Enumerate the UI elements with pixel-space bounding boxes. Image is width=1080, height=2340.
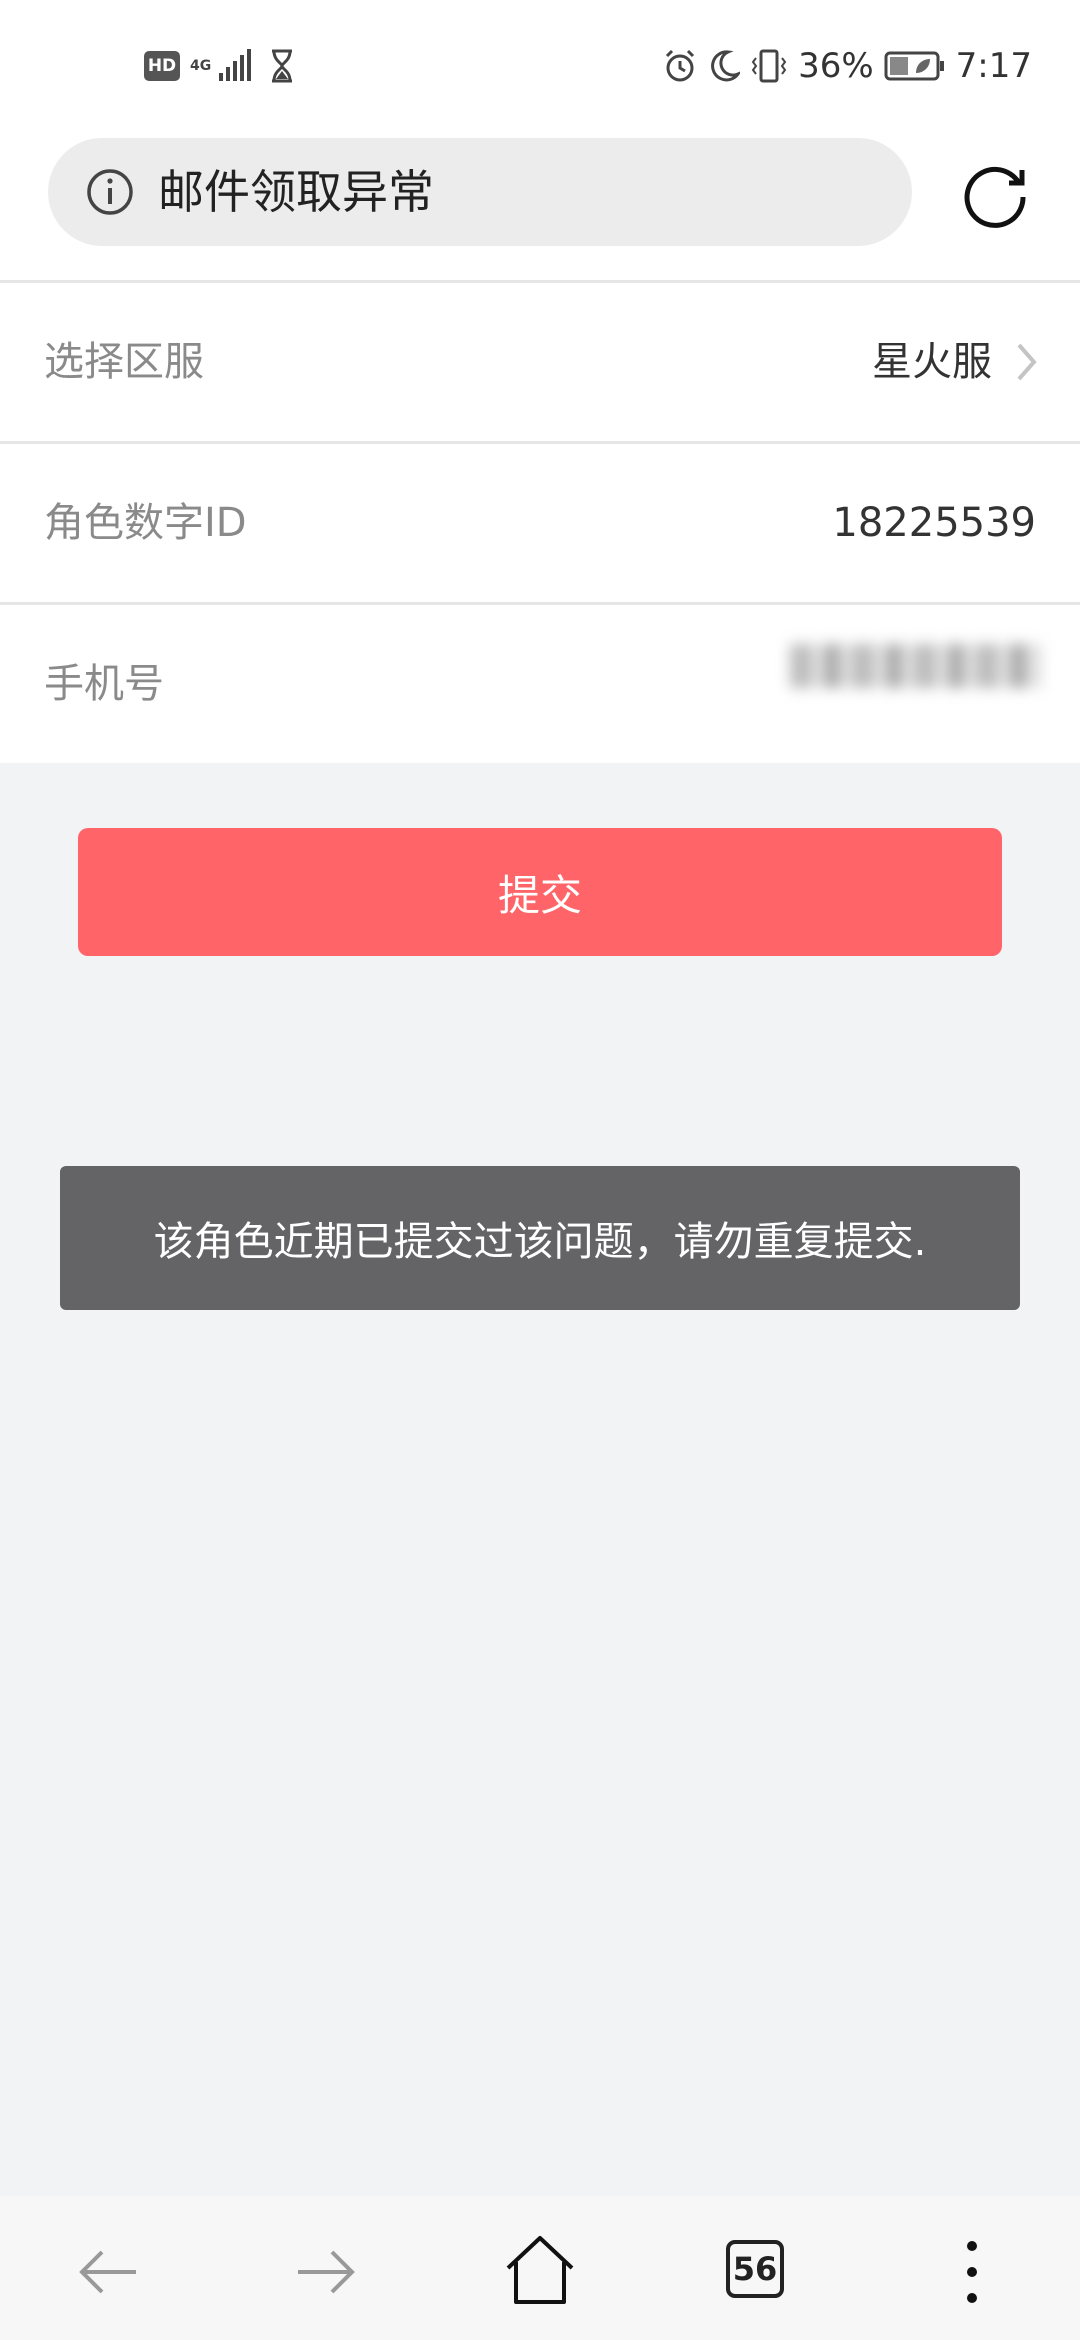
status-left: HD 4G [144,44,295,88]
hourglass-icon [272,49,293,83]
form-card: 选择区服 星火服 角色数字ID 18225539 手机号 [0,280,1080,763]
home-icon[interactable] [502,2232,578,2308]
reload-icon[interactable] [957,157,1033,233]
browser-nav-bar: 56 [0,2196,1080,2340]
info-icon[interactable] [84,166,136,218]
server-value[interactable]: 星火服 [872,283,992,441]
url-field[interactable]: 邮件领取异常 [48,138,912,246]
role-id-row[interactable]: 角色数字ID 18225539 [0,444,1080,605]
signal-icon [219,49,252,81]
more-vertical-icon[interactable] [936,2236,1008,2308]
alarm-icon [666,49,695,82]
server-label: 选择区服 [44,339,204,385]
forward-arrow-icon[interactable] [290,2236,362,2308]
hd-badge: HD [144,51,180,81]
toast-message: 该角色近期已提交过该问题，请勿重复提交. [60,1166,1020,1310]
phone-value-redacted[interactable] [790,644,1040,688]
battery-percent: 36% [798,46,874,86]
back-arrow-icon[interactable] [72,2236,144,2308]
chevron-right-icon [1017,343,1037,381]
role-id-label: 角色数字ID [44,500,247,546]
phone-label: 手机号 [44,661,164,707]
submit-button[interactable]: 提交 [78,828,1002,956]
status-bar: HD 4G 36% 7:17 [0,0,1080,132]
vibrate-icon [751,49,787,83]
address-bar: 邮件领取异常 [0,132,1080,280]
network-type: 4G [190,58,212,74]
status-right: 36% 7:17 [662,40,1032,92]
clock: 7:17 [955,46,1032,86]
server-select-row[interactable]: 选择区服 星火服 [0,283,1080,444]
battery-icon [884,51,944,81]
moon-icon [711,50,741,82]
tabs-button[interactable]: 56 [726,2240,784,2298]
role-id-value[interactable]: 18225539 [832,444,1036,602]
page-title: 邮件领取异常 [158,165,434,219]
